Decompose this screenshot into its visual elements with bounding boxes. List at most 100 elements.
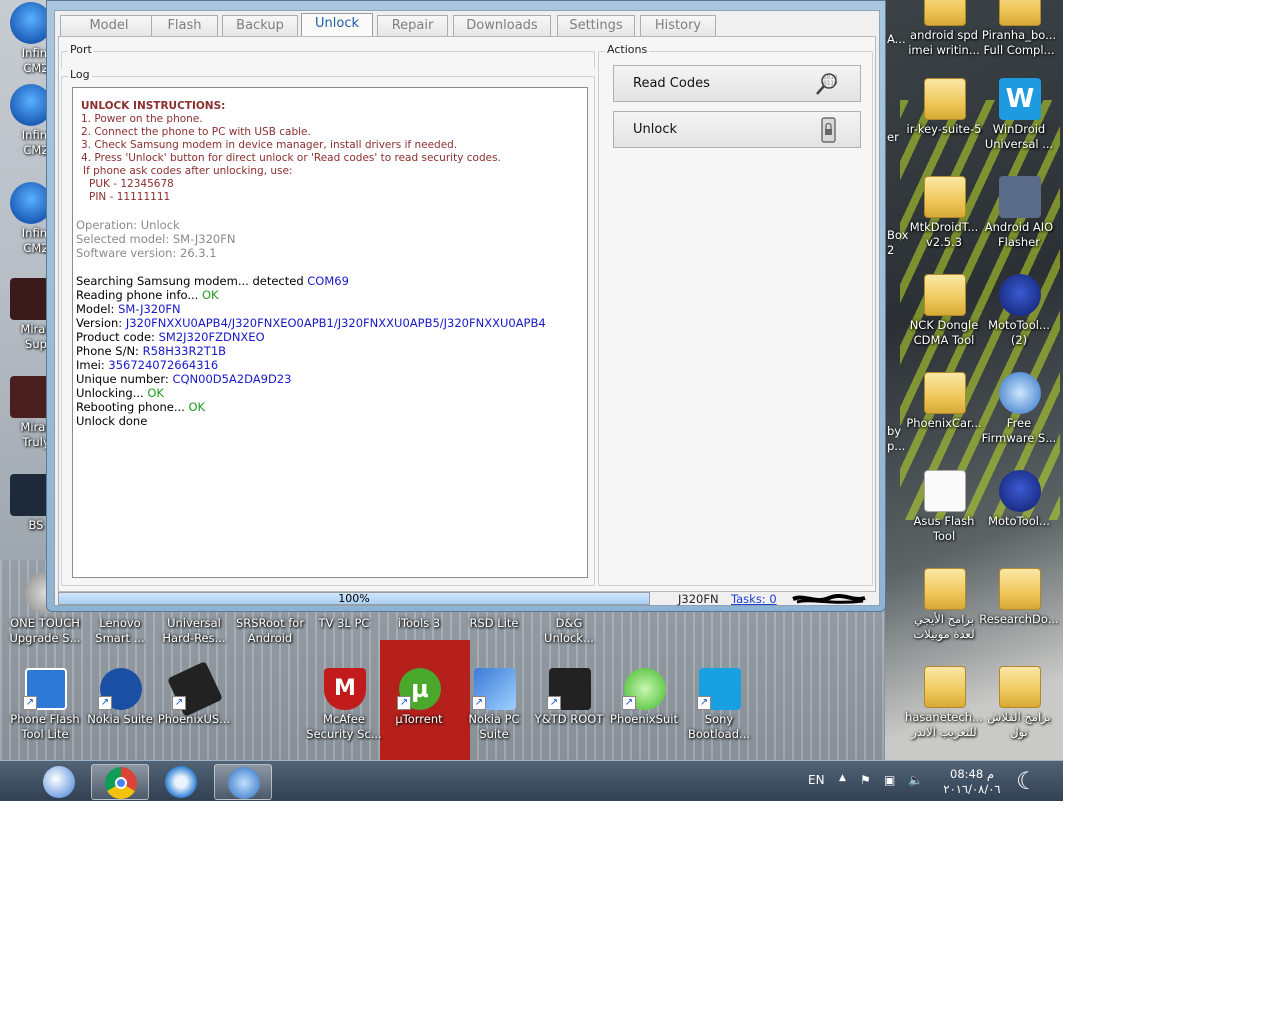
- port-group: Port: [61, 43, 595, 69]
- show-hidden-icons-chevron-icon[interactable]: ▲: [839, 773, 846, 783]
- shortcut-arrow-icon: ↗: [472, 696, 486, 710]
- tab-downloads[interactable]: Downloads: [453, 15, 551, 37]
- desktop-icon-label: Android AIO Flasher: [984, 220, 1054, 249]
- desktop-icon[interactable]: W WinDroid Universal ...: [979, 78, 1059, 168]
- log-line: Version: J320FNXXU0APB4/J320FNXEO0APB1/J…: [76, 316, 587, 330]
- progress-bar: 100%: [58, 592, 650, 605]
- log-line-value: OK: [147, 386, 164, 400]
- taskbar: EN ▲ ⚑ ▣ 🔈 08:48 م ٢٠١٦/٠٨/٠٦ ☾: [0, 760, 1063, 801]
- taskbar-app[interactable]: [30, 764, 88, 800]
- read-codes-button[interactable]: Read Codes 1010 0110: [613, 65, 861, 102]
- folder-icon: [924, 78, 966, 120]
- tab-model[interactable]: Model: [60, 15, 158, 37]
- desktop-icon-label: A...: [887, 32, 906, 46]
- log-line-label: Unlock done: [76, 414, 148, 428]
- log-group-title: Log: [68, 68, 92, 81]
- log-line-value: SM-J320FN: [118, 302, 181, 316]
- chrome-icon: [105, 767, 137, 799]
- log-line: Searching Samsung modem... detected COM6…: [76, 274, 587, 288]
- unlock-button[interactable]: Unlock: [613, 111, 861, 148]
- log-line-value: SM2J320FZDNXEO: [158, 330, 265, 344]
- desktop-icon[interactable]: MotoTool... (2): [979, 274, 1059, 364]
- shortcut-arrow-icon: ↗: [172, 696, 186, 710]
- moon-icon[interactable]: ☾: [1016, 767, 1038, 795]
- desktop: Infini CM2 Infini CM2 Infini CM2 Mirac S…: [0, 0, 1063, 801]
- instruction-step: 1. Power on the phone.: [81, 113, 203, 125]
- taskbar-app[interactable]: [152, 764, 210, 800]
- log-output[interactable]: UNLOCK INSTRUCTIONS: 1. Power on the pho…: [72, 87, 588, 578]
- desktop-icon[interactable]: برامج الفلاش تول: [979, 666, 1059, 756]
- unlock-label: Unlock: [633, 122, 677, 137]
- unlock-panel: Port Log UNLOCK INSTRUCTIONS: 1. Power o…: [58, 36, 876, 592]
- folder-icon: [999, 568, 1041, 610]
- network-icon[interactable]: ▣: [884, 773, 895, 787]
- desktop-icon[interactable]: ↗ PhoenixUS...: [154, 661, 234, 758]
- desktop-icon-label: PhoenixUS...: [157, 712, 231, 726]
- log-line: Unique number: CQN00D5A2DA9D23: [76, 372, 587, 386]
- window-client: Model Flash Backup Unlock Repair Downloa…: [54, 10, 880, 606]
- mcafee-shield-icon: M: [324, 668, 366, 710]
- desktop-icon[interactable]: ↗ Sony Bootload...: [679, 668, 759, 758]
- clock-time: 08:48 م: [950, 767, 994, 781]
- start-button[interactable]: [0, 764, 12, 800]
- desktop-icon[interactable]: Piranha_bo... Full Compl...: [979, 0, 1059, 74]
- desktop-icon[interactable]: Android AIO Flasher: [979, 176, 1059, 266]
- action-center-flag-icon[interactable]: ⚑: [860, 773, 871, 787]
- magnifier-binary-icon: 1010 0110: [814, 70, 842, 98]
- instructions-heading: UNLOCK INSTRUCTIONS:: [81, 100, 226, 112]
- tab-repair[interactable]: Repair: [377, 15, 448, 37]
- tab-unlock[interactable]: Unlock: [301, 13, 373, 38]
- clock[interactable]: 08:48 م ٢٠١٦/٠٨/٠٦: [940, 767, 1004, 797]
- log-line-value: OK: [201, 288, 219, 302]
- desktop-icon-label: Piranha_bo... Full Compl...: [981, 28, 1057, 57]
- instruction-step: 4. Press 'Unlock' button for direct unlo…: [81, 152, 501, 164]
- log-line: Reading phone info... OK: [76, 288, 587, 302]
- log-line: Phone S/N: R58H33R2T1B: [76, 344, 587, 358]
- clock-date: ٢٠١٦/٠٨/٠٦: [943, 782, 1001, 796]
- puk-code: PUK - 12345678: [89, 178, 174, 190]
- status-bar: 100% J320FN Tasks: 0: [55, 592, 881, 606]
- language-indicator[interactable]: EN: [808, 773, 825, 787]
- desktop-icon-label: Free Firmware S...: [981, 416, 1057, 445]
- unlock-instructions: UNLOCK INSTRUCTIONS: 1. Power on the pho…: [76, 100, 587, 204]
- windroid-w-icon: W: [999, 78, 1041, 120]
- actions-group-title: Actions: [605, 43, 650, 56]
- taskbar-chrome[interactable]: [91, 764, 149, 800]
- laptop-icon: [999, 176, 1041, 218]
- log-line-value: J320FNXXU0APB4/J320FNXEO0APB1/J320FNXXU0…: [125, 316, 546, 330]
- log-line: Unlock done: [76, 414, 587, 428]
- tab-backup[interactable]: Backup: [222, 15, 298, 37]
- port-group-title: Port: [68, 43, 94, 56]
- desktop-icon-label: MotoTool...: [988, 514, 1050, 528]
- desktop-icon-label: برامج الفلاش تول: [987, 710, 1051, 739]
- desktop-icon-label: MotoTool... (2): [988, 318, 1050, 347]
- volume-icon[interactable]: 🔈: [908, 773, 923, 787]
- tab-flash[interactable]: Flash: [151, 15, 218, 37]
- shortcut-arrow-icon: ↗: [547, 696, 561, 710]
- log-lines: Searching Samsung modem... detected COM6…: [76, 274, 587, 428]
- taskbar-unlock-tool[interactable]: [214, 764, 272, 800]
- shortcut-arrow-icon: ↗: [98, 696, 112, 710]
- motorola-logo-icon: [999, 274, 1041, 316]
- log-line: Rebooting phone... OK: [76, 400, 587, 414]
- log-line-value: COM69: [307, 274, 349, 288]
- log-line-label: Rebooting phone...: [76, 400, 189, 414]
- folder-icon: [924, 568, 966, 610]
- folder-icon: [924, 176, 966, 218]
- desktop-icon[interactable]: MotoTool...: [979, 470, 1059, 560]
- gear-shield-icon: [228, 767, 260, 799]
- log-line: Model: SM-J320FN: [76, 302, 587, 316]
- log-line-label: Searching Samsung modem... detected: [76, 274, 308, 288]
- desktop-icon[interactable]: Free Firmware S...: [979, 372, 1059, 462]
- bird-app-icon: [165, 766, 197, 798]
- app-window: Model Flash Backup Unlock Repair Downloa…: [46, 0, 886, 612]
- document-icon: [924, 470, 966, 512]
- log-operation: Operation: Unlock: [76, 218, 180, 232]
- tab-settings[interactable]: Settings: [557, 15, 635, 37]
- desktop-icon[interactable]: ResearchDo...: [979, 568, 1059, 658]
- desktop-icon-label: by p...: [887, 424, 906, 453]
- log-selected-model: Selected model: SM-J320FN: [76, 232, 236, 246]
- tab-history[interactable]: History: [640, 15, 716, 37]
- tasks-link[interactable]: Tasks: 0: [731, 592, 777, 606]
- folder-icon: [924, 0, 966, 26]
